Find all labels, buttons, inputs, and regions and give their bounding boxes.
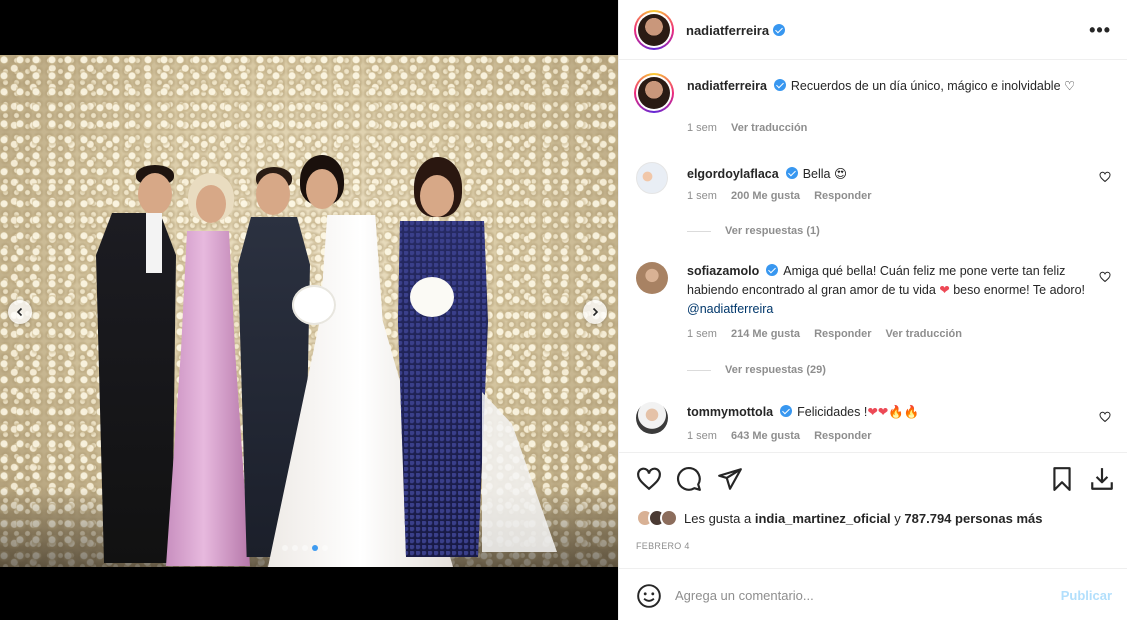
comment-avatar[interactable] bbox=[636, 162, 668, 194]
comments-list: nadiatferreira Recuerdos de un día único,… bbox=[619, 60, 1127, 452]
likes-others-count[interactable]: 787.794 personas más bbox=[904, 511, 1042, 526]
carousel-dot bbox=[302, 545, 308, 551]
comment-text-continued: beso enorme! Te adoro! bbox=[949, 283, 1086, 297]
send-icon[interactable] bbox=[717, 466, 743, 492]
comment-item: elgordoylaflaca Bella 😍 1 sem 200 Me gust… bbox=[636, 162, 1111, 242]
view-replies-button[interactable]: Ver respuestas (29) bbox=[687, 364, 826, 376]
post-date[interactable]: FEBRERO 4 bbox=[636, 541, 690, 551]
carousel-dot bbox=[292, 545, 298, 551]
comment-likes-count[interactable]: 200 Me gusta bbox=[731, 190, 800, 202]
comment-reply-button[interactable]: Responder bbox=[814, 430, 871, 442]
chevron-right-icon bbox=[592, 307, 599, 317]
chevron-left-icon bbox=[16, 307, 23, 317]
liker-username[interactable]: india_martinez_oficial bbox=[755, 511, 891, 526]
add-comment-bar: Publicar bbox=[619, 568, 1127, 620]
comment-translate-button[interactable]: Ver traducción bbox=[886, 328, 962, 340]
carousel-prev-button[interactable] bbox=[8, 300, 32, 324]
view-replies-label: Ver respuestas (29) bbox=[725, 364, 826, 376]
carousel-dot-active bbox=[312, 545, 318, 551]
verified-badge-icon bbox=[773, 24, 786, 36]
post-actions: Les gusta a india_martinez_oficial y 787… bbox=[619, 452, 1127, 568]
verified-badge-icon bbox=[766, 264, 779, 276]
caption-author-username[interactable]: nadiatferreira bbox=[687, 79, 767, 93]
comment-likes-count[interactable]: 643 Me gusta bbox=[731, 430, 800, 442]
more-options-icon[interactable]: ••• bbox=[1089, 20, 1111, 41]
verified-badge-icon bbox=[785, 167, 798, 179]
carousel-next-button[interactable] bbox=[583, 300, 607, 324]
likes-prefix: Les gusta a bbox=[684, 510, 752, 526]
post-media bbox=[0, 0, 618, 620]
likes-summary[interactable]: Les gusta a india_martinez_oficial y 787… bbox=[636, 509, 1042, 527]
author-avatar[interactable] bbox=[634, 10, 674, 50]
caption: nadiatferreira Recuerdos de un día único,… bbox=[634, 73, 1111, 143]
carousel-dot bbox=[282, 545, 288, 551]
comment-input[interactable] bbox=[675, 584, 1055, 606]
comment-time[interactable]: 1 sem bbox=[687, 328, 717, 340]
post-header: nadiatferreira ••• bbox=[619, 0, 1127, 60]
view-replies-button[interactable]: Ver respuestas (1) bbox=[687, 225, 820, 237]
emoji-icon[interactable] bbox=[636, 583, 662, 609]
comment-text: Felicidades ! bbox=[797, 405, 868, 419]
caption-translate-button[interactable]: Ver traducción bbox=[731, 122, 807, 134]
carousel-dot bbox=[322, 545, 328, 551]
comment-reply-button[interactable]: Responder bbox=[814, 190, 871, 202]
caption-text: Recuerdos de un día único, mágico e inol… bbox=[790, 79, 1076, 93]
comment-time[interactable]: 1 sem bbox=[687, 430, 717, 442]
heart-icon[interactable] bbox=[636, 466, 662, 492]
liker-avatar bbox=[660, 509, 678, 527]
caption-time[interactable]: 1 sem bbox=[687, 122, 717, 134]
comment-item: sofiazamolo Amiga qué bella! Cuán feliz m… bbox=[636, 262, 1111, 382]
publish-button[interactable]: Publicar bbox=[1061, 588, 1112, 603]
comment-like-heart-icon[interactable] bbox=[1099, 411, 1111, 423]
comment-username[interactable]: elgordoylaflaca bbox=[687, 167, 779, 181]
verified-badge-icon bbox=[773, 79, 786, 91]
comment-icon[interactable] bbox=[676, 466, 702, 492]
heart-emojis: ❤❤ bbox=[867, 405, 889, 419]
carousel-indicator bbox=[282, 545, 328, 551]
likes-text: Les gusta a india_martinez_oficial y 787… bbox=[684, 511, 1042, 526]
comment-item: tommymottola Felicidades !❤❤🔥🔥 1 sem 643 … bbox=[636, 402, 1111, 452]
person-woman-pink-gown bbox=[160, 173, 250, 567]
author-username[interactable]: nadiatferreira bbox=[686, 23, 769, 38]
comment-avatar[interactable] bbox=[636, 262, 668, 294]
comment-like-heart-icon[interactable] bbox=[1099, 271, 1111, 283]
comment-avatar[interactable] bbox=[636, 402, 668, 434]
comment-reply-button[interactable]: Responder bbox=[814, 328, 871, 340]
caption-author-avatar[interactable] bbox=[634, 73, 674, 113]
comment-time[interactable]: 1 sem bbox=[687, 190, 717, 202]
person-woman-navy-dress bbox=[392, 157, 562, 557]
comment-text: Bella 😍 bbox=[802, 167, 848, 181]
view-replies-label: Ver respuestas (1) bbox=[725, 225, 820, 237]
mention-link[interactable]: @nadiatferreira bbox=[687, 302, 773, 316]
post-photo[interactable] bbox=[0, 55, 618, 567]
bookmark-icon[interactable] bbox=[1049, 466, 1075, 492]
comment-username[interactable]: sofiazamolo bbox=[687, 264, 759, 278]
heart-emoji: ❤ bbox=[939, 283, 950, 297]
post-details-panel: nadiatferreira ••• nadiatferreira Recuerd… bbox=[618, 0, 1127, 620]
comment-username[interactable]: tommymottola bbox=[687, 405, 773, 419]
download-icon[interactable] bbox=[1089, 466, 1115, 492]
verified-badge-icon bbox=[780, 405, 793, 417]
comment-like-heart-icon[interactable] bbox=[1099, 171, 1111, 183]
comment-likes-count[interactable]: 214 Me gusta bbox=[731, 328, 800, 340]
fire-emojis: 🔥🔥 bbox=[888, 405, 920, 419]
likes-connector: y bbox=[894, 510, 901, 526]
